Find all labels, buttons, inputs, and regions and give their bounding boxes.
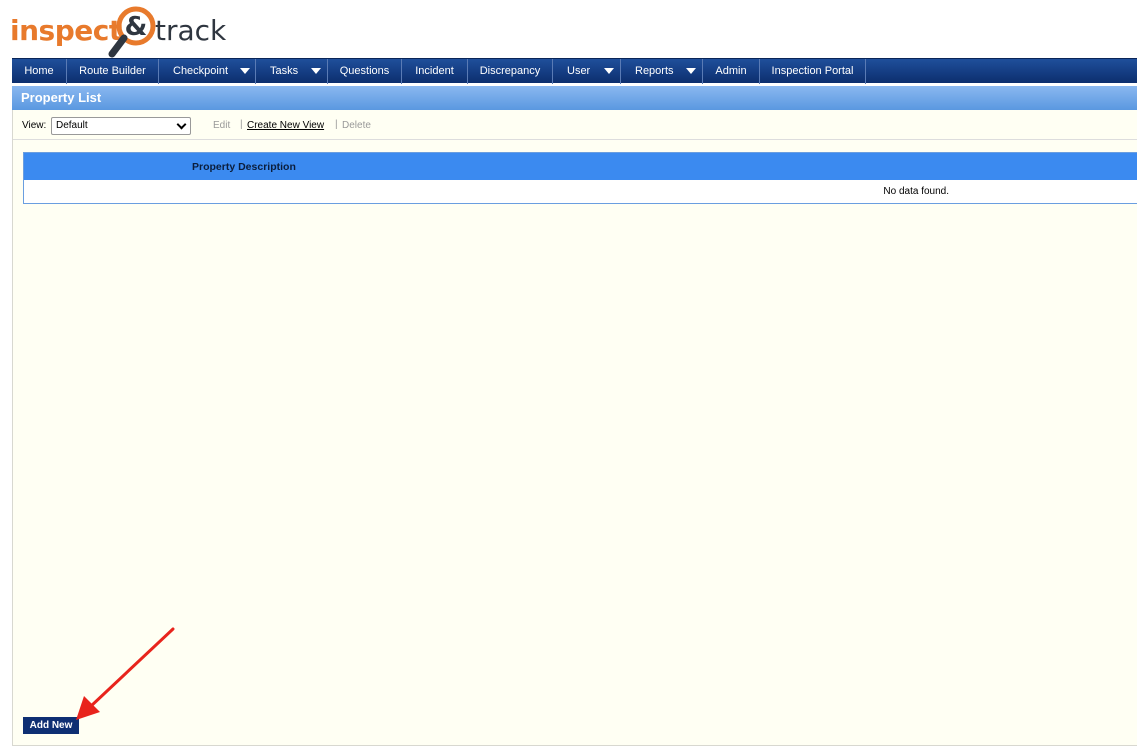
grid-empty-message: No data found. bbox=[883, 186, 949, 197]
chevron-down-icon bbox=[686, 68, 696, 74]
view-toolbar: View: Default Edit | Create New View | D… bbox=[13, 110, 1137, 140]
nav-admin-label: Admin bbox=[715, 65, 747, 77]
toolbar-separator: | bbox=[335, 119, 338, 130]
nav-checkpoint[interactable]: Checkpoint bbox=[159, 59, 256, 84]
app-header: inspect & track bbox=[0, 0, 1137, 58]
chevron-down-icon bbox=[176, 119, 187, 130]
create-new-view-link[interactable]: Create New View bbox=[247, 120, 324, 131]
nav-admin[interactable]: Admin bbox=[703, 59, 760, 84]
nav-tasks-label: Tasks bbox=[270, 65, 299, 77]
nav-route-builder-label: Route Builder bbox=[79, 65, 146, 77]
nav-inspection-portal-label: Inspection Portal bbox=[771, 65, 854, 77]
logo-ampersand: & bbox=[125, 12, 148, 42]
nav-home[interactable]: Home bbox=[12, 59, 67, 84]
chevron-down-icon bbox=[311, 68, 321, 74]
nav-home-label: Home bbox=[24, 65, 54, 77]
logo-word-inspect: inspect bbox=[10, 14, 122, 47]
add-new-button[interactable]: Add New bbox=[23, 717, 79, 734]
nav-incident[interactable]: Incident bbox=[402, 59, 468, 84]
toolbar-separator: | bbox=[240, 119, 243, 130]
view-select[interactable]: Default bbox=[51, 117, 191, 135]
nav-discrepancy-label: Discrepancy bbox=[479, 65, 541, 77]
nav-tasks[interactable]: Tasks bbox=[256, 59, 328, 84]
nav-reports[interactable]: Reports bbox=[621, 59, 703, 84]
view-label: View: bbox=[22, 120, 47, 131]
logo-word-track: track bbox=[155, 14, 227, 47]
nav-checkpoint-label: Checkpoint bbox=[173, 65, 229, 77]
nav-reports-label: Reports bbox=[635, 65, 674, 77]
nav-user-label: User bbox=[567, 65, 591, 77]
nav-discrepancy[interactable]: Discrepancy bbox=[468, 59, 553, 84]
nav-questions[interactable]: Questions bbox=[328, 59, 402, 84]
page-title: Property List bbox=[21, 90, 102, 105]
main-nav: Home Route Builder Checkpoint Tasks Ques… bbox=[12, 58, 1137, 84]
property-grid: Property Description No data found. bbox=[23, 152, 1137, 204]
delete-view-link[interactable]: Delete bbox=[342, 120, 371, 131]
magnifier-ampersand-icon: & bbox=[108, 6, 156, 58]
view-select-value: Default bbox=[56, 120, 88, 131]
nav-incident-label: Incident bbox=[415, 65, 454, 77]
chevron-down-icon bbox=[240, 68, 250, 74]
nav-questions-label: Questions bbox=[339, 65, 390, 77]
page-title-bar: Property List bbox=[12, 86, 1137, 110]
column-header-property-description[interactable]: Property Description bbox=[192, 161, 296, 173]
nav-user[interactable]: User bbox=[553, 59, 621, 84]
edit-view-link[interactable]: Edit bbox=[213, 120, 230, 131]
property-list-panel: View: Default Edit | Create New View | D… bbox=[12, 110, 1137, 746]
chevron-down-icon bbox=[604, 68, 614, 74]
nav-inspection-portal[interactable]: Inspection Portal bbox=[760, 59, 866, 84]
grid-header: Property Description bbox=[24, 153, 1137, 180]
nav-route-builder[interactable]: Route Builder bbox=[67, 59, 159, 84]
